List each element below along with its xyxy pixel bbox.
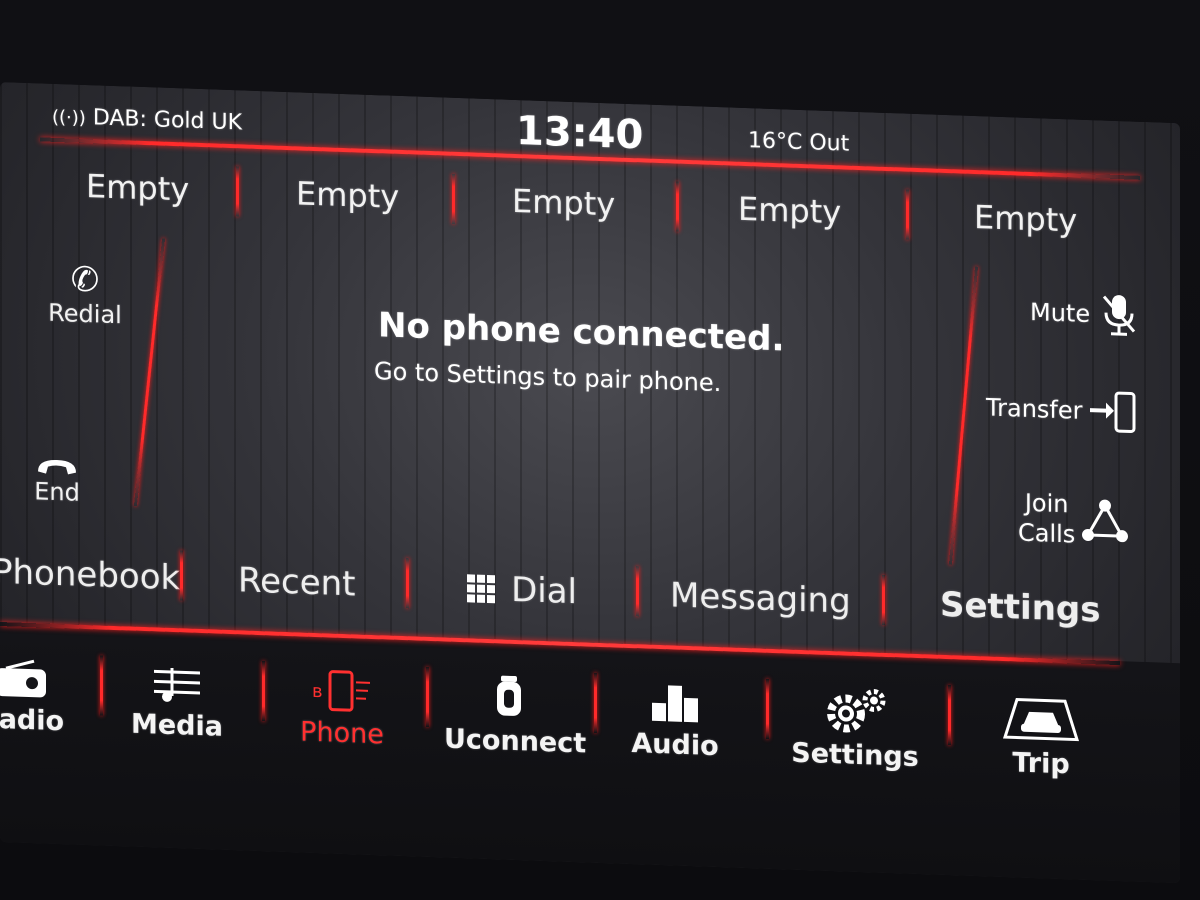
mute-label: Mute [1030, 297, 1091, 329]
uconnect-logo-icon [489, 675, 529, 720]
car-map-icon [1003, 693, 1079, 744]
tab-settings[interactable]: Settings [940, 585, 1101, 631]
outside-temperature: 16°C Out [748, 128, 850, 157]
right-panel-divider [948, 266, 979, 565]
nav-audio[interactable]: Audio [620, 680, 730, 763]
preset-2[interactable]: Empty [296, 174, 399, 216]
nav-media-label: Media [131, 708, 223, 743]
left-panel-divider [133, 238, 166, 507]
preset-4[interactable]: Empty [738, 190, 841, 232]
nav-trip-label: Trip [1012, 747, 1070, 781]
mute-button[interactable]: Mute [1030, 288, 1160, 341]
tab-dial[interactable]: Dial [466, 568, 577, 612]
preset-divider [452, 173, 455, 224]
music-notes-icon [150, 663, 204, 705]
no-phone-message: No phone connected. [378, 305, 785, 360]
keypad-icon [466, 573, 496, 604]
join-label-line2: Calls [1018, 518, 1076, 549]
preset-1[interactable]: Empty [86, 167, 189, 209]
phone-handset-icon: ✆ [70, 259, 100, 301]
tab-divider [882, 574, 885, 625]
radio-station-label: DAB: Gold UK [92, 105, 243, 136]
nav-separator [766, 678, 769, 739]
radio-signal-icon: ((·)) [52, 106, 86, 129]
redial-label: Redial [48, 298, 122, 330]
tab-recent[interactable]: Recent [238, 560, 356, 604]
tab-divider [636, 566, 639, 617]
nav-settings[interactable]: Settings [790, 686, 920, 774]
preset-divider [676, 181, 679, 232]
hang-up-icon [34, 455, 80, 479]
bottom-nav-bar: Radio Media ʙ Phone Uconnect Audio Setti… [0, 622, 1180, 884]
nav-separator [426, 666, 429, 727]
status-bar: ((·)) DAB: Gold UK 13:40 16°C Out [0, 82, 1180, 183]
redial-button[interactable]: ✆ Redial [40, 258, 130, 329]
end-label: End [34, 477, 80, 507]
nav-separator [594, 672, 597, 733]
nav-divider-line [0, 622, 1120, 666]
join-label-line1: Join [1024, 488, 1069, 519]
transfer-button[interactable]: Transfer [986, 384, 1156, 436]
pairing-hint: Go to Settings to pair phone. [374, 357, 722, 398]
tab-phonebook[interactable]: Phonebook [0, 552, 180, 599]
transfer-to-phone-icon [1088, 388, 1138, 436]
preset-divider [906, 189, 909, 240]
nav-radio-label: Radio [0, 703, 65, 738]
radio-status: ((·)) DAB: Gold UK [52, 104, 243, 136]
dial-label: Dial [511, 569, 578, 613]
gears-icon [820, 687, 890, 735]
nav-radio[interactable]: Radio [0, 657, 76, 738]
nav-settings-label: Settings [791, 737, 919, 774]
nav-media[interactable]: Media [122, 662, 232, 743]
radio-icon [0, 658, 48, 700]
nav-audio-label: Audio [631, 728, 719, 763]
tab-divider [180, 550, 183, 601]
nav-uconnect[interactable]: Uconnect [444, 674, 587, 760]
device-bezel: ((·)) DAB: Gold UK 13:40 16°C Out Empty … [0, 0, 1200, 900]
tab-divider [406, 558, 409, 609]
preset-5[interactable]: Empty [974, 198, 1077, 240]
nav-phone-label: Phone [300, 716, 384, 751]
end-call-button[interactable]: End [22, 455, 92, 507]
clock: 13:40 [516, 108, 644, 159]
tab-messaging[interactable]: Messaging [670, 575, 851, 621]
nav-uconnect-label: Uconnect [444, 723, 587, 760]
transfer-label: Transfer [986, 393, 1083, 425]
join-calls-button[interactable]: Join Calls [1018, 488, 1168, 553]
microphone-muted-icon [1101, 290, 1137, 339]
nav-phone[interactable]: ʙ Phone [282, 668, 402, 751]
equalizer-icon [648, 681, 702, 725]
merge-calls-icon [1080, 497, 1130, 545]
nav-separator [100, 655, 103, 716]
preset-3[interactable]: Empty [512, 182, 615, 224]
nav-separator [262, 661, 265, 722]
infotainment-screen: ((·)) DAB: Gold UK 13:40 16°C Out Empty … [0, 82, 1180, 884]
preset-divider [236, 166, 239, 217]
phone-bluetooth-icon: ʙ [312, 669, 372, 713]
svg-text:ʙ: ʙ [312, 681, 322, 702]
nav-trip[interactable]: Trip [986, 692, 1096, 781]
nav-separator [948, 685, 951, 746]
